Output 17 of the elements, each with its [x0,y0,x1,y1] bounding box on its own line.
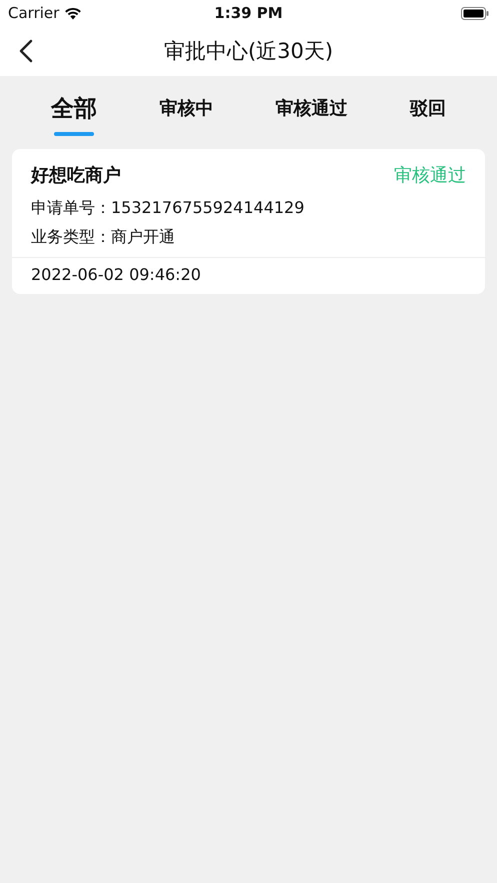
carrier-name: Carrier [8,4,60,22]
status-label: 审核通过 [394,164,466,187]
tab[interactable]: 审核中 [159,96,214,120]
tab[interactable]: 全部 [51,92,98,124]
tab[interactable]: 驳回 [410,96,446,120]
detail-text: 申请单号：1532176755924144129 [31,197,306,219]
record-card[interactable]: 好想吃商户 审核通过 申请单号：1532176755924144129 业务类型：商户开通 2022-06-02 09:46:20 [12,149,485,294]
record-time: 2022-06-02 09:46:20 [31,265,201,284]
battery-icon [461,6,489,20]
clock-time: 1:39 PM [213,4,284,22]
wifi-icon [64,6,82,20]
tab-indicator [54,132,94,136]
detail-text: 业务类型：商户开通 [31,226,176,248]
back-icon[interactable] [19,39,33,63]
tab[interactable]: 审核通过 [276,96,348,120]
merchant-name: 好想吃商户 [31,164,121,187]
page-title: 审批中心(近30天) [164,38,334,65]
